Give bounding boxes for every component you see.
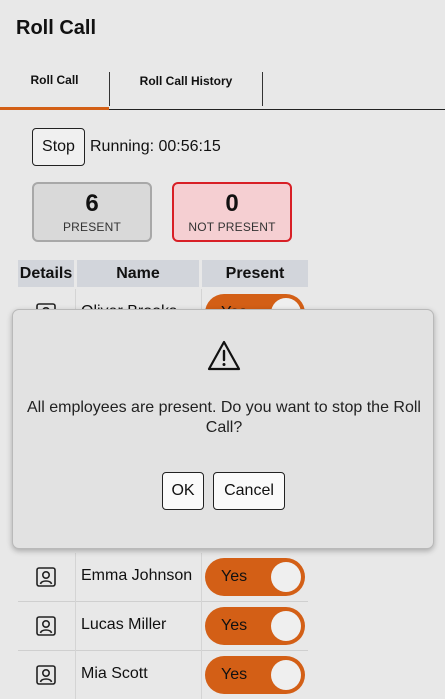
- present-value: Yes: [221, 568, 248, 585]
- present-toggle[interactable]: Yes: [205, 656, 305, 694]
- person-card-icon[interactable]: [36, 665, 56, 685]
- employee-name: Emma Johnson: [81, 567, 193, 584]
- present-toggle[interactable]: Yes: [205, 558, 305, 596]
- column-header-name: Name: [77, 260, 199, 287]
- present-count-card: 6 PRESENT: [32, 182, 152, 242]
- present-value: Yes: [221, 666, 248, 683]
- table-row: Emma Johnson Yes: [18, 553, 308, 602]
- tab-roll-call-history[interactable]: Roll Call History: [110, 64, 262, 109]
- present-toggle[interactable]: Yes: [205, 607, 305, 645]
- present-count: 6: [85, 190, 99, 217]
- page-title: Roll Call: [16, 17, 97, 39]
- running-timer: Running: 00:56:15: [90, 138, 221, 155]
- toggle-knob: [271, 611, 301, 641]
- confirm-dialog: All employees are present. Do you want t…: [12, 309, 434, 549]
- tab-roll-call[interactable]: Roll Call: [0, 64, 109, 110]
- dialog-message: All employees are present. Do you want t…: [27, 399, 421, 436]
- employee-name: Lucas Miller: [81, 616, 167, 633]
- ok-button[interactable]: OK: [162, 472, 204, 510]
- present-label: PRESENT: [62, 220, 122, 234]
- tab-divider: [262, 72, 263, 106]
- employee-name: Mia Scott: [81, 665, 148, 682]
- table-row: Mia Scott Yes: [18, 651, 308, 699]
- stop-button[interactable]: Stop: [32, 128, 85, 166]
- toggle-knob: [271, 562, 301, 592]
- toggle-knob: [271, 660, 301, 690]
- app: Roll Call Roll Call Roll Call History St…: [0, 0, 445, 699]
- column-header-details: Details: [18, 260, 74, 287]
- person-card-icon[interactable]: [36, 616, 56, 636]
- cancel-button[interactable]: Cancel: [213, 472, 285, 510]
- warning-icon: [207, 340, 241, 371]
- not-present-label: NOT PRESENT: [188, 220, 276, 234]
- person-card-icon[interactable]: [36, 567, 56, 587]
- not-present-count-card: 0 NOT PRESENT: [172, 182, 292, 242]
- present-value: Yes: [221, 617, 248, 634]
- tab-bar: Roll Call Roll Call History: [0, 64, 445, 110]
- not-present-count: 0: [225, 190, 239, 217]
- table-row: Lucas Miller Yes: [18, 602, 308, 651]
- column-header-present: Present: [202, 260, 308, 287]
